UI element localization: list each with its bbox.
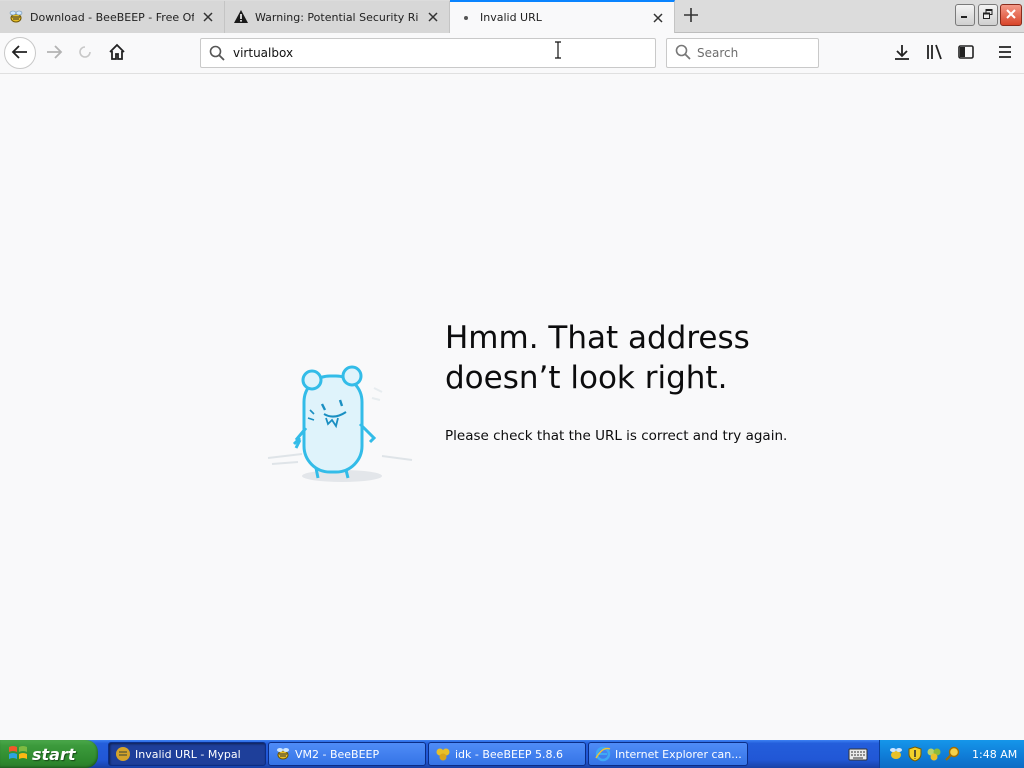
tab-invalid-url[interactable]: Invalid URL: [450, 0, 675, 33]
page-content: Hmm. That address doesn’t look right. Pl…: [0, 74, 1024, 740]
start-button[interactable]: start: [0, 740, 98, 768]
mypal-icon: [115, 746, 131, 762]
open-menu-button[interactable]: [991, 39, 1019, 67]
minimize-icon: [960, 8, 970, 22]
taskbar-item-label: Invalid URL - Mypal: [135, 747, 241, 761]
arrow-left-icon: [11, 43, 29, 64]
download-icon: [893, 43, 911, 64]
search-magnifier-icon[interactable]: [945, 746, 961, 762]
close-tab-icon[interactable]: [200, 9, 216, 25]
downloads-button[interactable]: [888, 39, 916, 67]
search-input[interactable]: Search: [697, 46, 738, 60]
close-tab-icon[interactable]: [650, 10, 666, 26]
reload-button[interactable]: [70, 38, 100, 68]
sidebar-icon: [957, 43, 975, 64]
security-shield-icon[interactable]: [907, 746, 923, 762]
tab-title: Invalid URL: [480, 11, 542, 24]
new-tab-button[interactable]: [679, 4, 703, 28]
home-button[interactable]: [102, 38, 132, 68]
tab-title: Warning: Potential Security Risk Ahead: [255, 10, 419, 24]
keyboard-layout-icon[interactable]: [848, 745, 868, 763]
beebeep-icon: [275, 746, 291, 762]
reload-icon: [77, 44, 93, 63]
tab-strip: Download - BeeBEEP - Free Office Messeng…: [0, 0, 1024, 33]
close-icon: [1006, 8, 1016, 22]
beebeep-group-icon: [435, 746, 451, 762]
close-window-button[interactable]: [1000, 4, 1022, 26]
warning-icon: [233, 9, 249, 25]
taskbar-item-label: Internet Explorer can...: [615, 747, 742, 761]
taskbar-item-label: VM2 - BeeBEEP: [295, 747, 380, 761]
internet-explorer-icon: [595, 746, 611, 762]
tab-title: Download - BeeBEEP - Free Office Messeng…: [30, 10, 194, 24]
beebeep-icon: [8, 9, 24, 25]
library-icon: [925, 43, 943, 64]
navigation-toolbar: virtualbox Search: [0, 33, 1024, 74]
url-bar[interactable]: virtualbox: [200, 38, 656, 68]
hamburger-menu-icon: [997, 44, 1013, 63]
plus-icon: [684, 7, 698, 25]
library-button[interactable]: [920, 39, 948, 67]
search-icon: [207, 43, 227, 63]
search-icon: [675, 44, 691, 63]
home-icon: [108, 43, 126, 64]
taskbar-item-label: idk - BeeBEEP 5.8.6: [455, 747, 564, 761]
beebeep-group-icon[interactable]: [926, 746, 942, 762]
arrow-right-icon: [45, 43, 63, 64]
dot-icon: [458, 10, 474, 26]
url-input[interactable]: virtualbox: [233, 46, 293, 60]
restore-icon: [983, 8, 993, 22]
start-label: start: [32, 744, 76, 764]
taskbar-item-mypal[interactable]: Invalid URL - Mypal: [108, 742, 266, 766]
taskbar-item-idk-beebeep[interactable]: idk - BeeBEEP 5.8.6: [428, 742, 586, 766]
taskbar-clock[interactable]: 1:48 AM: [972, 748, 1017, 761]
error-illustration: [262, 338, 422, 498]
error-message: Please check that the URL is correct and…: [445, 428, 788, 444]
minimize-window-button[interactable]: [955, 4, 975, 26]
back-button[interactable]: [4, 37, 36, 69]
tab-download-beebeep[interactable]: Download - BeeBEEP - Free Office Messeng…: [0, 1, 225, 33]
system-tray: 1:48 AM: [879, 740, 1024, 768]
sidebar-button[interactable]: [952, 39, 980, 67]
taskbar-item-vm2-beebeep[interactable]: VM2 - BeeBEEP: [268, 742, 426, 766]
text-cursor-icon: [552, 41, 564, 59]
search-bar[interactable]: Search: [666, 38, 819, 68]
beebeep-icon[interactable]: [888, 746, 904, 762]
tab-security-warning[interactable]: Warning: Potential Security Risk Ahead: [225, 1, 450, 33]
forward-button[interactable]: [39, 38, 69, 68]
taskbar-item-internet-explorer[interactable]: Internet Explorer can...: [588, 742, 748, 766]
windows-logo-icon: [8, 744, 28, 765]
restore-window-button[interactable]: [978, 4, 998, 26]
windows-taskbar: start Invalid URL - Mypal VM2 - BeeBEEP …: [0, 740, 1024, 768]
close-tab-icon[interactable]: [425, 9, 441, 25]
error-title: Hmm. That address doesn’t look right.: [445, 320, 750, 396]
